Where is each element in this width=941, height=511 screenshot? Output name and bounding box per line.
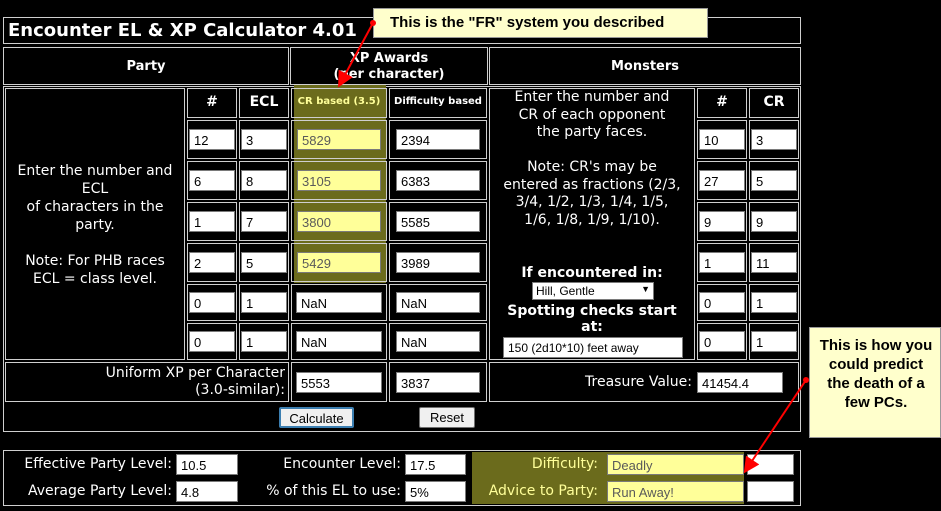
difficulty-xp-output: NaN — [396, 292, 480, 313]
reset-button[interactable]: Reset — [419, 407, 475, 428]
el-label: Encounter Level: — [283, 456, 401, 472]
advice-extra-output — [747, 481, 794, 502]
party-instructions: Enter the number and ECL of characters i… — [17, 163, 173, 287]
cr-xp-output: NaN — [296, 292, 382, 313]
monster-cr-input[interactable]: 1 — [751, 292, 797, 313]
apl-label: Average Party Level: — [28, 483, 172, 499]
difficulty-xp-output: 2394 — [396, 129, 480, 150]
monster-cr-input[interactable]: 1 — [751, 331, 797, 352]
monster-cr-input[interactable]: 11 — [751, 252, 797, 273]
difficulty-xp-output: 6383 — [396, 170, 480, 191]
cr-xp-output: 5829 — [297, 129, 381, 150]
epl-output: 10.5 — [176, 454, 238, 475]
monster-num-input[interactable]: 0 — [699, 331, 745, 352]
terrain-select-value: Hill, Gentle — [536, 284, 595, 298]
monster-instructions: Enter the number and CR of each opponent… — [503, 89, 681, 228]
difficulty-xp-output: 5585 — [396, 211, 480, 232]
el-output: 17.5 — [405, 454, 466, 475]
el-percent-input[interactable]: 5% — [405, 481, 466, 502]
monster-num-input[interactable]: 1 — [699, 252, 745, 273]
party-ecl-input[interactable]: 8 — [241, 170, 287, 191]
ecl-header: ECL — [249, 94, 279, 110]
party-ecl-input[interactable]: 3 — [241, 129, 287, 150]
uniform-xp-label: Uniform XP per Character (3.0-similar): — [105, 365, 285, 398]
terrain-select[interactable]: Hill, Gentle ▼ — [532, 282, 654, 300]
fr-system-callout-text: This is the "FR" system you described — [390, 14, 665, 31]
treasure-label: Treasure Value: — [585, 374, 692, 390]
el-percent-label: % of this EL to use: — [266, 483, 401, 499]
party-num-input[interactable]: 0 — [189, 292, 235, 313]
num-header: # — [206, 94, 218, 110]
calculate-button[interactable]: Calculate — [279, 407, 354, 428]
party-ecl-input[interactable]: 5 — [241, 252, 287, 273]
difficulty-output: Deadly — [607, 454, 744, 475]
monster-num-input[interactable]: 27 — [699, 170, 745, 191]
party-num-input[interactable]: 6 — [189, 170, 235, 191]
death-callout: This is how you could predict the death … — [809, 327, 941, 438]
party-header: Party — [126, 59, 166, 74]
cr-xp-output: NaN — [296, 331, 382, 352]
fr-system-callout: This is the "FR" system you described — [373, 8, 708, 38]
monster-cr-input[interactable]: 5 — [751, 170, 797, 191]
monster-cr-input[interactable]: 9 — [751, 211, 797, 232]
party-ecl-input[interactable]: 7 — [241, 211, 287, 232]
spotting-distance-field[interactable]: 150 (2d10*10) feet away — [503, 337, 683, 358]
monster-num-input[interactable]: 9 — [699, 211, 745, 232]
page-title: Encounter EL & XP Calculator 4.01 — [8, 20, 357, 41]
uniform-cr-xp-output: 5553 — [296, 372, 382, 393]
uniform-difficulty-xp-output: 3837 — [396, 372, 480, 393]
apl-output: 4.8 — [176, 481, 238, 502]
party-num-input[interactable]: 0 — [189, 331, 235, 352]
difficulty-xp-output: 3989 — [396, 252, 480, 273]
death-callout-text: This is how you could predict the death … — [819, 337, 933, 411]
monster-num-input[interactable]: 0 — [699, 292, 745, 313]
advice-output: Run Away! — [607, 481, 744, 502]
difficulty-xp-output: NaN — [396, 331, 480, 352]
party-ecl-input[interactable]: 1 — [241, 331, 287, 352]
difficulty-extra-output — [747, 454, 794, 475]
chevron-down-icon: ▼ — [641, 284, 650, 294]
cr-xp-output: 3105 — [297, 170, 381, 191]
encounter-terrain-label: If encountered in: — [521, 265, 663, 281]
advice-label: Advice to Party: — [488, 483, 598, 499]
party-num-input[interactable]: 2 — [189, 252, 235, 273]
party-num-input[interactable]: 12 — [189, 129, 235, 150]
cr-xp-output: 5429 — [297, 252, 381, 273]
treasure-value-output: 41454.4 — [697, 372, 783, 393]
monster-num-header: # — [716, 94, 728, 110]
monsters-header: Monsters — [610, 59, 680, 74]
xp-awards-header: XP Awards (per character) — [333, 51, 445, 82]
monster-cr-input[interactable]: 3 — [751, 129, 797, 150]
party-num-input[interactable]: 1 — [189, 211, 235, 232]
difficulty-label: Difficulty: — [531, 456, 598, 472]
cr-based-header: CR based (3.5) — [297, 96, 381, 107]
cr-xp-output: 3800 — [297, 211, 381, 232]
cr-header: CR — [763, 94, 785, 110]
epl-label: Effective Party Level: — [24, 456, 172, 472]
spotting-label: Spotting checks start at: — [507, 303, 677, 335]
party-ecl-input[interactable]: 1 — [241, 292, 287, 313]
difficulty-based-header: Difficulty based — [394, 96, 482, 107]
monster-num-input[interactable]: 10 — [699, 129, 745, 150]
